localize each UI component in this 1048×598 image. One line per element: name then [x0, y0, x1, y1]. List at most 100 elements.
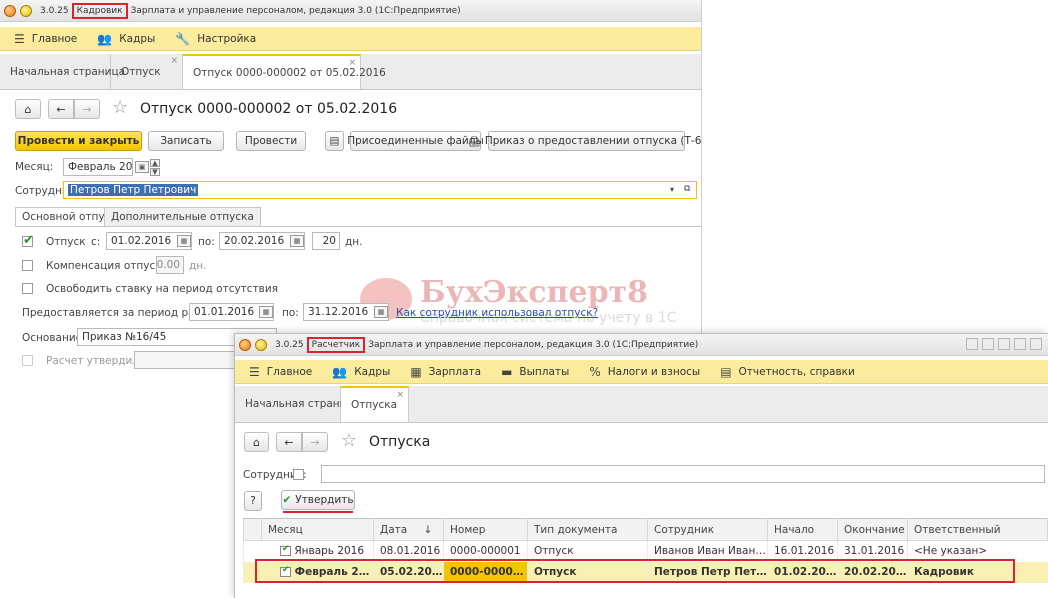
history-icon[interactable] [982, 338, 994, 350]
print-icon[interactable] [966, 338, 978, 350]
date-cell: 08.01.2016 [373, 540, 444, 562]
home-button[interactable]: ⌂ [15, 99, 41, 119]
employee-filter-field[interactable] [321, 465, 1045, 483]
menu-item-personnel[interactable]: 👥 Кадры [97, 32, 155, 46]
month-picker-icon[interactable]: ▣ [135, 161, 149, 173]
employee-filter-checkbox[interactable] [293, 469, 304, 480]
open-icon[interactable]: ⧉ [684, 184, 690, 194]
menu-item-personnel[interactable]: 👥 Кадры [332, 365, 390, 379]
post-and-close-button[interactable]: Провести и закрыть [15, 131, 142, 151]
list-icon: ☰ [249, 364, 260, 379]
close-icon[interactable]: × [348, 58, 356, 68]
doc-type-column[interactable]: Тип документа [527, 518, 648, 541]
calendar-icon[interactable]: ▦ [290, 235, 304, 247]
free-rate-checkbox[interactable] [22, 283, 33, 294]
end-column[interactable]: Окончание [837, 518, 908, 541]
nav-icon[interactable] [20, 4, 32, 17]
menu-item-reports[interactable]: ▤ Отчетность, справки [720, 365, 855, 379]
menu-item-payments[interactable]: ▬ Выплаты [501, 365, 569, 379]
tab-leave-doc[interactable]: Отпуск 0000-000002 от 05.02.2016 × [183, 54, 386, 89]
star-icon[interactable]: ☆ [112, 99, 128, 117]
start-column[interactable]: Начало [767, 518, 838, 541]
star-icon[interactable]: ☆ [341, 432, 357, 450]
leave-usage-link[interactable]: Как сотрудник использовал отпуск? [396, 307, 598, 319]
app-menu-icon[interactable] [239, 338, 251, 351]
print-order-button[interactable]: 🖨 Приказ о предоставлении отпуска (Т-6) [468, 131, 701, 151]
info-icon[interactable] [1030, 338, 1042, 350]
end-cell: 31.01.2016 [837, 540, 908, 562]
employee-column[interactable]: Сотрудник [647, 518, 768, 541]
month-cell: Февраль 2016 [243, 561, 374, 583]
start-cell: 01.02.2016 [767, 561, 838, 583]
back-button[interactable]: ← [48, 99, 74, 119]
month-field[interactable]: Февраль 2016 [63, 158, 133, 176]
month-down-icon[interactable]: ▼ [150, 168, 160, 176]
employee-cell: Иванов Иван Ивано... [647, 540, 768, 562]
menu-label: Главное [266, 365, 313, 378]
calendar-icon[interactable]: ▦ [374, 306, 388, 318]
menu-item-main[interactable]: ☰ Главное [14, 32, 77, 46]
save-button[interactable]: Записать [148, 131, 224, 151]
compensation-checkbox[interactable] [22, 260, 33, 271]
days-field[interactable]: 20 [312, 232, 340, 250]
calendar-icon[interactable]: ▦ [177, 235, 191, 247]
window-controls [966, 338, 1042, 350]
forward-button[interactable]: → [302, 432, 328, 452]
app-menu-icon[interactable] [4, 4, 16, 17]
month-up-icon[interactable]: ▲ [150, 159, 160, 167]
menu-label: Настройка [197, 32, 257, 45]
close-icon[interactable]: × [396, 390, 404, 400]
employee-cell: Петров Петр Петр... [647, 561, 768, 583]
posted-doc-icon [280, 544, 291, 557]
tab-leaves[interactable]: Отпуска × [341, 386, 409, 422]
employee-field[interactable]: Петров Петр Петрович [63, 181, 697, 199]
approved-checkbox[interactable] [22, 355, 33, 366]
nav-icon[interactable] [255, 338, 267, 351]
help-button[interactable]: ? [244, 491, 262, 511]
user-role: Расчетчик [306, 336, 366, 353]
calculator-button[interactable]: ▤ [325, 131, 344, 151]
menu-label: Главное [31, 32, 78, 45]
menu-label: Отчетность, справки [738, 365, 855, 378]
leave-checkbox[interactable] [22, 233, 34, 248]
compensation-field[interactable]: 0.00 [156, 256, 184, 274]
number-column[interactable]: Номер [443, 518, 528, 541]
tab-home[interactable]: Начальная страница [235, 386, 360, 422]
app-version: 3.0.25 [275, 339, 304, 350]
dropdown-icon[interactable]: ▾ [670, 185, 674, 194]
back-button[interactable]: ← [276, 432, 302, 452]
tab-home[interactable]: Начальная страница [0, 54, 125, 89]
forward-button[interactable]: → [74, 99, 100, 119]
month-column[interactable]: Месяц [261, 518, 374, 541]
compensation-unit: дн. [189, 260, 207, 272]
responsible-cell: Кадровик [907, 561, 1048, 583]
approve-button[interactable]: ✔ Утвердить [281, 490, 355, 510]
home-button[interactable]: ⌂ [244, 432, 269, 452]
window-payroll-clerk: 3.0.25 Расчетчик Зарплата и управление п… [234, 333, 1048, 598]
month-value: Февраль 2016 [294, 566, 374, 578]
attachment-column[interactable] [243, 518, 262, 541]
tab-label: Отпуск [121, 65, 161, 78]
wrench-icon: 🔧 [175, 31, 191, 46]
favorites-icon[interactable] [998, 338, 1010, 350]
sort-icon[interactable]: ↓ [421, 518, 444, 541]
menu-item-salary[interactable]: ▦ Зарплата [410, 365, 481, 379]
tab-leave[interactable]: Отпуск × [111, 54, 183, 89]
menu-label: Кадры [119, 32, 156, 45]
attached-files-button[interactable]: Присоединенные файлы [347, 131, 484, 151]
title-bar: 3.0.25 Расчетчик Зарплата и управление п… [235, 334, 1048, 356]
menu-item-main[interactable]: ☰ Главное [249, 365, 312, 379]
table-row-selected[interactable]: Февраль 2016 05.02.2016 0000-000002 Отпу… [243, 561, 1048, 583]
table-row[interactable]: Январь 2016 08.01.2016 0000-000001 Отпус… [243, 540, 1048, 562]
tab-extra-leave[interactable]: Дополнительные отпуска [104, 207, 261, 226]
menu-item-settings[interactable]: 🔧 Настройка [175, 32, 256, 46]
calculator-icon[interactable] [1014, 338, 1026, 350]
menu-item-taxes[interactable]: % Налоги и взносы [589, 365, 700, 379]
calendar-icon[interactable]: ▦ [259, 306, 273, 318]
approved-label: Расчет утвердил [46, 355, 140, 367]
close-icon[interactable]: × [170, 56, 178, 66]
people-icon: 👥 [97, 31, 113, 46]
post-button[interactable]: Провести [236, 131, 306, 151]
date-column[interactable]: Дата [373, 518, 422, 541]
responsible-column[interactable]: Ответственный [907, 518, 1048, 541]
